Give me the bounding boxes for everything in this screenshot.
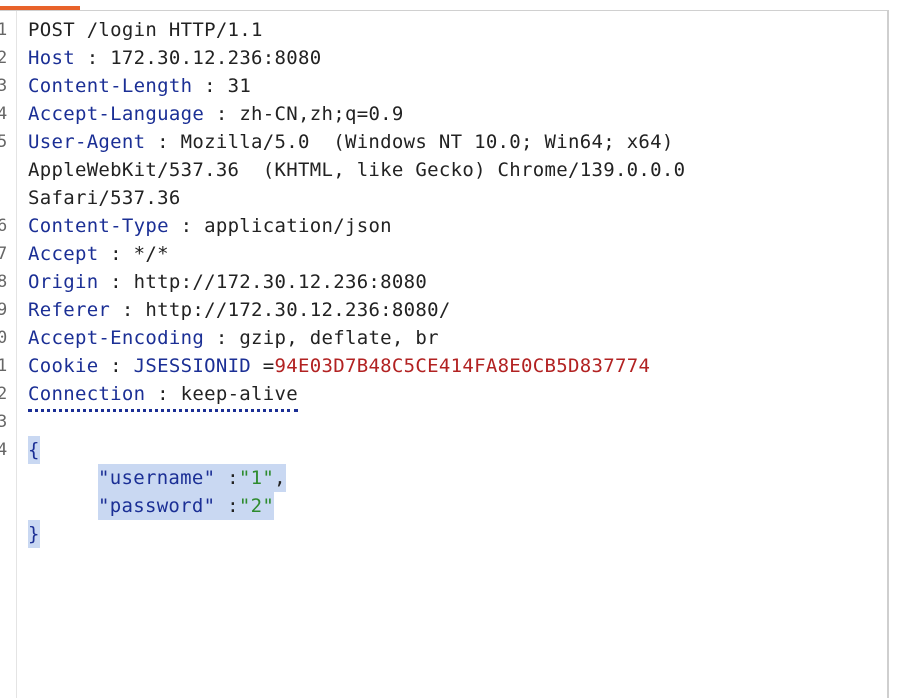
json-value: "2": [238, 495, 275, 517]
json-comma: ,: [274, 467, 286, 489]
header-separator: :: [74, 47, 111, 69]
editor-line: 9 Referer : http://172.30.12.236:8080/: [0, 296, 886, 324]
header-separator: :: [98, 271, 134, 293]
line-number: 1: [0, 356, 8, 376]
line-number: 9: [0, 300, 8, 320]
line-number: 6: [0, 216, 8, 236]
line-number: 2: [0, 48, 8, 68]
header-value: http://172.30.12.236:8080/: [145, 299, 451, 321]
line-number: 3: [0, 76, 8, 96]
header-key: Cookie: [28, 355, 99, 377]
header-separator: :: [168, 215, 205, 237]
header-separator: :: [145, 383, 181, 405]
editor-line: 3: [0, 408, 886, 436]
header-key: User-Agent: [28, 131, 146, 153]
header-key: Content-Length: [28, 75, 193, 97]
editor-line: 8 Origin : http://172.30.12.236:8080: [0, 268, 886, 296]
header-value-continuation: Safari/537.36: [28, 187, 181, 209]
header-key: Accept-Language: [28, 103, 205, 125]
json-key: "password": [98, 495, 216, 517]
editor-line: 4 Accept-Language : zh-CN,zh;q=0.9: [0, 100, 886, 128]
json-colon: :: [215, 467, 239, 489]
editor-line: 0 Accept-Encoding : gzip, deflate, br: [0, 324, 886, 352]
header-value: gzip, deflate, br: [239, 327, 439, 349]
json-close-brace: }: [28, 520, 40, 548]
editor-line: 2 Connection : keep-alive: [0, 380, 886, 412]
header-value: */*: [133, 243, 169, 265]
line-number: 8: [0, 272, 8, 292]
header-value: 172.30.12.236:8080: [110, 47, 322, 69]
line-number: 7: [0, 244, 8, 264]
editor-line: "username" :"1",: [0, 464, 886, 492]
header-value: Mozilla/5.0 (Windows NT 10.0; Win64; x64…: [180, 131, 674, 153]
cookie-name: JSESSIONID: [133, 355, 252, 377]
header-separator: :: [145, 131, 181, 153]
line-number: 4: [0, 104, 8, 124]
header-separator: :: [204, 327, 240, 349]
header-key: Accept-Encoding: [28, 327, 205, 349]
header-separator: :: [98, 355, 134, 377]
header-value-continuation: AppleWebKit/537.36 (KHTML, like Gecko) C…: [28, 159, 686, 181]
header-separator: :: [204, 103, 240, 125]
header-value: keep-alive: [180, 383, 298, 405]
header-key: Origin: [28, 271, 99, 293]
editor-line: AppleWebKit/537.36 (KHTML, like Gecko) C…: [0, 156, 886, 184]
line-number: 5: [0, 132, 8, 152]
editor-line: 2 Host : 172.30.12.236:8080: [0, 44, 886, 72]
line-number: 2: [0, 384, 8, 404]
line-number: 4: [0, 440, 8, 460]
editor-top-border: [0, 10, 888, 11]
header-key: Connection: [28, 383, 146, 405]
header-key: Accept: [28, 243, 99, 265]
editor-line: 1 POST /login HTTP/1.1: [0, 16, 886, 44]
json-open-brace: {: [28, 436, 40, 464]
cookie-value: 94E03D7B48C5CE414FA8E0CB5D837774: [274, 355, 651, 377]
header-key: Content-Type: [28, 215, 169, 237]
editor-line: 1 Cookie : JSESSIONID =94E03D7B48C5CE414…: [0, 352, 886, 380]
json-field-username: "username" :"1",: [98, 464, 286, 492]
header-key: Referer: [28, 299, 111, 321]
editor-line: }: [0, 520, 886, 548]
cookie-equals: =: [251, 355, 275, 377]
editor-line: 6 Content-Type : application/json: [0, 212, 886, 240]
json-colon: :: [215, 495, 239, 517]
header-separator: :: [192, 75, 228, 97]
header-value: zh-CN,zh;q=0.9: [239, 103, 404, 125]
line-number: 3: [0, 412, 8, 432]
request-line: POST /login HTTP/1.1: [28, 19, 263, 41]
header-key: Host: [28, 47, 75, 69]
json-field-password: "password" :"2": [98, 492, 275, 520]
header-value: application/json: [204, 215, 392, 237]
editor-right-border: [887, 10, 889, 698]
header-value: 31: [227, 75, 252, 97]
header-separator: :: [98, 243, 134, 265]
editor-line: 4 {: [0, 436, 886, 464]
line-number: 1: [0, 20, 8, 40]
editor-line: "password" :"2": [0, 492, 886, 520]
request-editor[interactable]: 1 POST /login HTTP/1.1 2 Host : 172.30.1…: [0, 16, 886, 548]
line-number: 0: [0, 328, 8, 348]
editor-line: 7 Accept : */*: [0, 240, 886, 268]
json-value: "1": [238, 467, 275, 489]
editor-line: 3 Content-Length : 31: [0, 72, 886, 100]
editor-line: 5 User-Agent : Mozilla/5.0 (Windows NT 1…: [0, 128, 886, 156]
header-separator: :: [110, 299, 146, 321]
header-value: http://172.30.12.236:8080: [133, 271, 428, 293]
editor-line: Safari/537.36: [0, 184, 886, 212]
json-key: "username": [98, 467, 216, 489]
